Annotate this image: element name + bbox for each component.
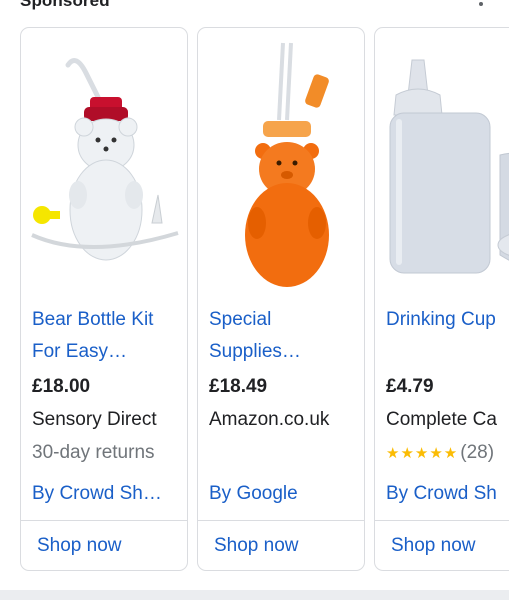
product-seller: Complete Ca <box>386 409 497 430</box>
divider <box>375 520 509 521</box>
product-title[interactable]: Bear Bottle Kit For Easy… <box>32 304 182 368</box>
bear-bottle-kit-icon[interactable] <box>28 35 180 290</box>
product-card-1[interactable]: Bear Bottle Kit For Easy… £18.00 Sensory… <box>20 27 188 571</box>
product-seller: Amazon.co.uk <box>209 409 330 430</box>
bottom-divider-band <box>0 590 509 600</box>
byline-link[interactable]: By Google <box>209 483 298 505</box>
drinking-cup-icon[interactable] <box>382 35 509 290</box>
product-card-2[interactable]: Special Supplies… £18.49 Amazon.co.uk By… <box>197 27 365 571</box>
returns-note: 30-day returns <box>32 442 155 463</box>
divider <box>198 520 364 521</box>
sponsored-label: Sponsored <box>20 0 110 10</box>
byline-link[interactable]: By Crowd Sh… <box>32 483 162 505</box>
rating: ★★★★★ (28) <box>386 442 494 464</box>
shop-now-button[interactable]: Shop now <box>214 535 299 557</box>
product-card-3[interactable]: Drinking Cup £4.79 Complete Ca ★★★★★ (28… <box>374 27 509 571</box>
star-rating-icon: ★★★★★ <box>386 445 459 462</box>
header: Sponsored <box>0 0 509 18</box>
product-price: £18.49 <box>209 376 268 397</box>
product-price: £4.79 <box>386 376 434 397</box>
product-title[interactable]: Special Supplies… <box>209 304 359 368</box>
shop-now-button[interactable]: Shop now <box>37 535 122 557</box>
product-title[interactable]: Drinking Cup <box>386 304 509 336</box>
divider <box>21 520 187 521</box>
byline-link[interactable]: By Crowd Sh <box>386 483 497 505</box>
product-price: £18.00 <box>32 376 91 397</box>
more-options-icon[interactable] <box>478 2 484 8</box>
rating-count: (28) <box>460 442 495 463</box>
orange-bear-bottle-icon[interactable] <box>205 35 357 290</box>
shop-now-button[interactable]: Shop now <box>391 535 476 557</box>
product-seller: Sensory Direct <box>32 409 157 430</box>
